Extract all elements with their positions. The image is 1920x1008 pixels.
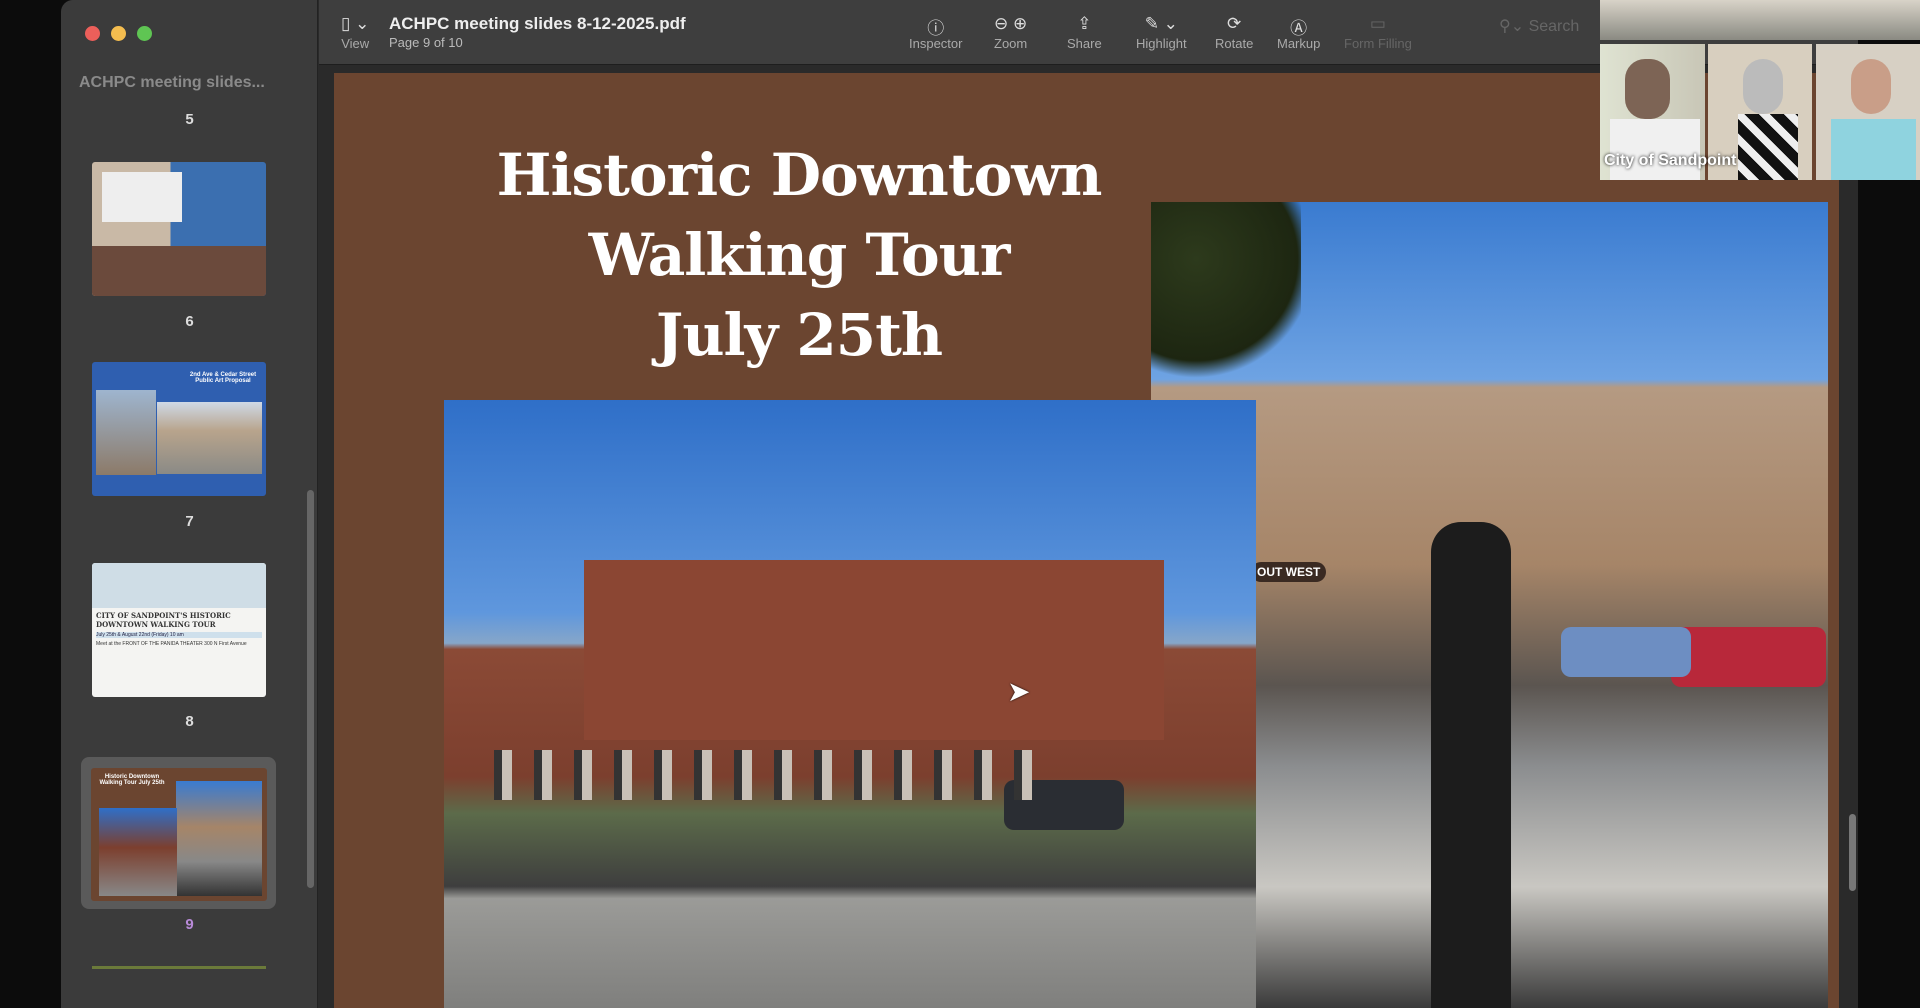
thumbnail-sidebar: ACHPC meeting slides... 5 6 2nd Ave & Ce… [61, 0, 318, 1008]
thumbnail-page-7[interactable]: 2nd Ave & Cedar Street Public Art Propos… [92, 362, 266, 496]
storefront-sign: OUT WEST [1251, 562, 1327, 582]
slide-title: Historic Downtown Walking Tour July 25th [334, 135, 1264, 375]
markup-button[interactable]: Ⓐ Markup [1277, 14, 1320, 51]
maximize-button[interactable] [137, 26, 152, 41]
info-icon: ⓘ [927, 19, 945, 38]
thumbnail-page-8[interactable]: CITY OF SANDPOINT'S HISTORIC DOWNTOWN WA… [92, 563, 266, 697]
zoom-in-out-icon: ⊖ ⊕ [994, 14, 1028, 33]
sidebar-title: ACHPC meeting slides... [79, 74, 265, 91]
window-controls [85, 26, 152, 41]
markup-icon: Ⓐ [1290, 19, 1308, 38]
thumb-title: 2nd Ave & Cedar Street Public Art Propos… [189, 372, 257, 384]
form-icon: ▭ [1369, 14, 1386, 33]
pdf-page: Historic Downtown Walking Tour July 25th… [334, 73, 1839, 1008]
thumbnail-page-10-edge[interactable] [92, 966, 266, 969]
document-title: ACHPC meeting slides 8-12-2025.pdf [389, 14, 686, 33]
form-filling-label: Form Filling [1344, 36, 1412, 51]
thumb-note: Meet at the FRONT OF THE PANIDA THEATER … [96, 641, 247, 647]
mouse-cursor-icon: ➤ [1007, 676, 1031, 707]
title-line-1: Historic Downtown [496, 141, 1103, 209]
page-label-7: 7 [185, 513, 194, 530]
title-line-2: Walking Tour [588, 221, 1011, 289]
view-label: View [341, 36, 370, 51]
participant-name: City of Sandpoint [1604, 152, 1737, 169]
search-icon: ⚲⌄ [1499, 18, 1529, 35]
sidebar-toggle-icon: ▯ ⌄ [341, 14, 370, 33]
share-button[interactable]: ⇪ Share [1067, 14, 1102, 51]
thumbnail-page-9[interactable]: Historic Downtown Walking Tour July 25th [91, 768, 267, 901]
markup-label: Markup [1277, 36, 1321, 51]
thumbnail-page-6[interactable] [92, 162, 266, 296]
historic-building-photo [444, 400, 1256, 1008]
share-label: Share [1067, 36, 1102, 51]
zoom-label: Zoom [994, 36, 1028, 51]
zoom-buttons[interactable]: ⊖ ⊕ Zoom [994, 14, 1027, 51]
thumb-date: July 25th & August 22nd (Friday) 10 am [96, 632, 262, 638]
document-scrollbar[interactable] [1849, 814, 1856, 891]
video-tile-3[interactable] [1816, 44, 1920, 180]
highlight-button[interactable]: ✎ ⌄ Highlight [1136, 14, 1187, 51]
page-label-9: 9 [185, 916, 194, 933]
inspector-button[interactable]: ⓘ Inspector [909, 14, 962, 51]
sidebar-scrollbar[interactable] [307, 490, 314, 888]
video-room-strip [1600, 0, 1920, 40]
search-field[interactable]: ⚲⌄ Search [1499, 16, 1579, 36]
rotate-label: Rotate [1215, 36, 1254, 51]
title-line-3: July 25th [655, 301, 943, 369]
rotate-button[interactable]: ⟳ Rotate [1215, 14, 1253, 51]
page-label-8: 8 [185, 713, 194, 730]
thumb-title: Historic Downtown Walking Tour July 25th [99, 774, 165, 786]
inspector-label: Inspector [909, 36, 963, 51]
highlighter-icon: ✎ ⌄ [1144, 14, 1178, 33]
close-button[interactable] [85, 26, 100, 41]
preview-window: ACHPC meeting slides... 5 6 2nd Ave & Ce… [61, 0, 1858, 1008]
search-placeholder: Search [1528, 18, 1580, 35]
view-button[interactable]: ▯ ⌄ View [341, 14, 369, 51]
thumb-title: CITY OF SANDPOINT'S HISTORIC DOWNTOWN WA… [96, 611, 231, 629]
highlight-label: Highlight [1136, 36, 1187, 51]
page-indicator: Page 9 of 10 [389, 35, 463, 50]
share-icon: ⇪ [1077, 14, 1092, 33]
page-label-5: 5 [185, 111, 194, 128]
form-filling-button[interactable]: ▭ Form Filling [1344, 14, 1412, 51]
minimize-button[interactable] [111, 26, 126, 41]
rotate-icon: ⟳ [1227, 14, 1242, 33]
page-label-6: 6 [185, 313, 194, 330]
